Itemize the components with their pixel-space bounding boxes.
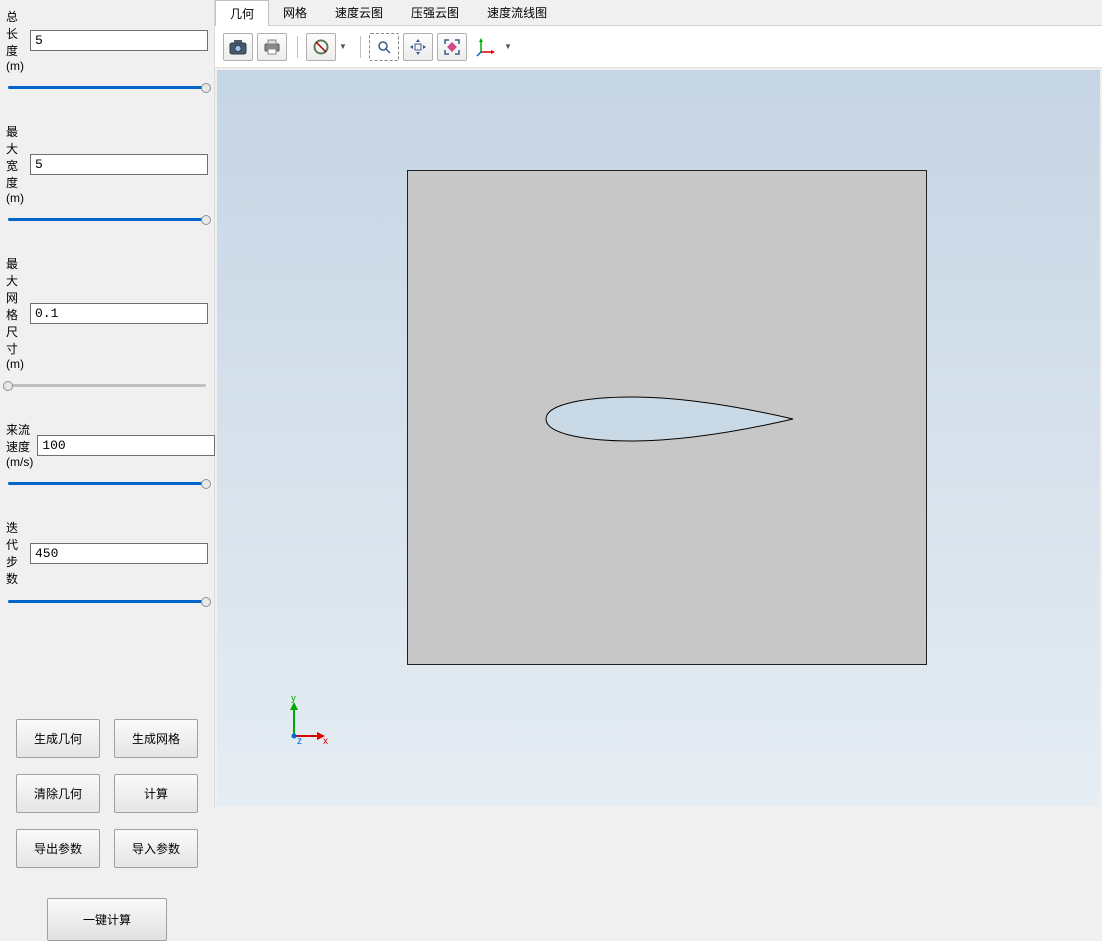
- param-input-total-length[interactable]: [30, 30, 208, 51]
- param-max-width: 最大宽度(m): [6, 123, 208, 227]
- tab-bar: 几何 网格 速度云图 压强云图 速度流线图: [215, 0, 1102, 26]
- toolbar-separator: [297, 36, 298, 58]
- slider-max-width[interactable]: [8, 213, 206, 227]
- action-button-grid: 生成几何 生成网格 清除几何 计算 导出参数 导入参数: [6, 719, 208, 868]
- slider-total-length[interactable]: [8, 81, 206, 95]
- param-inflow-speed: 来流速度(m/s): [6, 421, 208, 491]
- viewport-3d[interactable]: y x z: [217, 70, 1100, 806]
- fit-icon[interactable]: [437, 33, 467, 61]
- tab-mesh[interactable]: 网格: [269, 0, 321, 25]
- param-input-max-width[interactable]: [30, 154, 208, 175]
- zoom-box-icon[interactable]: [369, 33, 399, 61]
- main-panel: 几何 网格 速度云图 压强云图 速度流线图: [215, 0, 1102, 808]
- param-label-max-width: 最大宽度(m): [6, 123, 26, 205]
- param-label-total-length: 总长度(m): [6, 8, 26, 73]
- sidebar: 总长度(m) 最大宽度(m) 最大网格尺寸(m): [0, 0, 215, 808]
- compute-button[interactable]: 计算: [114, 774, 198, 813]
- axes-icon[interactable]: [471, 33, 501, 61]
- slider-iter-steps[interactable]: [8, 595, 206, 609]
- param-label-inflow-speed: 来流速度(m/s): [6, 421, 33, 469]
- camera-icon[interactable]: [223, 33, 253, 61]
- refresh-icon[interactable]: [306, 33, 336, 61]
- generate-mesh-button[interactable]: 生成网格: [114, 719, 198, 758]
- import-params-button[interactable]: 导入参数: [114, 829, 198, 868]
- slider-max-mesh[interactable]: [8, 379, 206, 393]
- one-click-compute-button[interactable]: 一键计算: [47, 898, 167, 941]
- pan-icon[interactable]: [403, 33, 433, 61]
- param-input-iter-steps[interactable]: [30, 543, 208, 564]
- param-input-inflow-speed[interactable]: [37, 435, 215, 456]
- param-input-max-mesh[interactable]: [30, 303, 208, 324]
- param-total-length: 总长度(m): [6, 8, 208, 95]
- param-label-max-mesh: 最大网格尺寸(m): [6, 255, 26, 371]
- tab-pressure-contour[interactable]: 压强云图: [397, 0, 473, 25]
- param-label-iter-steps: 迭代步数: [6, 519, 26, 587]
- param-max-mesh: 最大网格尺寸(m): [6, 255, 208, 393]
- tab-geometry[interactable]: 几何: [215, 0, 269, 27]
- geometry-bounding-box: [407, 170, 927, 665]
- airfoil-shape: [541, 395, 796, 443]
- axis-gizmo: y x z: [279, 696, 329, 746]
- slider-inflow-speed[interactable]: [8, 477, 206, 491]
- refresh-dropdown[interactable]: ▼: [338, 33, 348, 61]
- toolbar-separator-2: [360, 36, 361, 58]
- clear-geometry-button[interactable]: 清除几何: [16, 774, 100, 813]
- tab-velocity-contour[interactable]: 速度云图: [321, 0, 397, 25]
- tab-streamline[interactable]: 速度流线图: [473, 0, 561, 25]
- svg-text:x: x: [323, 736, 328, 746]
- viewer-toolbar: ▼: [215, 26, 1102, 68]
- axes-dropdown[interactable]: ▼: [503, 33, 513, 61]
- generate-geometry-button[interactable]: 生成几何: [16, 719, 100, 758]
- svg-text:y: y: [291, 696, 296, 704]
- export-params-button[interactable]: 导出参数: [16, 829, 100, 868]
- svg-text:z: z: [297, 736, 302, 746]
- print-icon[interactable]: [257, 33, 287, 61]
- param-iter-steps: 迭代步数: [6, 519, 208, 609]
